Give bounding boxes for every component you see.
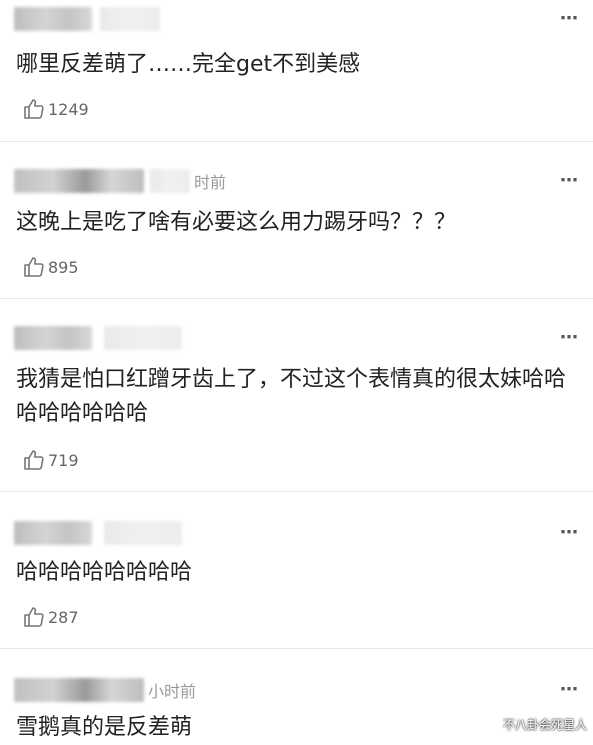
comment-item: ⋯ 我猜是怕口红蹭牙齿上了，不过这个表情真的很太妹哈哈哈哈哈哈哈哈 719 — [0, 299, 593, 491]
comment-text: 哪里反差萌了……完全get不到美感 — [16, 52, 361, 77]
more-options-icon[interactable]: ⋯ — [560, 10, 579, 28]
comment-item: ⋯ 哪里反差萌了……完全get不到美感 1249 — [0, 0, 593, 140]
thumbs-up-icon — [22, 448, 46, 472]
blurred-username — [14, 678, 144, 702]
comment-text: 雪鹅真的是反差萌 — [16, 715, 193, 740]
comment-item: ⋯ 哈哈哈哈哈哈哈哈 287 — [0, 492, 593, 648]
comment-author[interactable]: 时前 — [14, 168, 226, 194]
blurred-username — [14, 169, 144, 193]
comment-text: 这晚上是吃了啥有必要这么用力踢牙吗？？？ — [16, 210, 457, 235]
comment-author[interactable]: 小时前 — [14, 677, 196, 703]
more-options-icon[interactable]: ⋯ — [560, 681, 579, 699]
thumbs-up-icon — [22, 97, 46, 121]
blurred-username — [14, 521, 92, 545]
comment-time: 小时前 — [148, 682, 197, 701]
like-count: 719 — [48, 450, 79, 470]
like-count: 895 — [48, 257, 79, 277]
blurred-username-extra — [100, 7, 160, 31]
more-options-icon[interactable]: ⋯ — [560, 172, 579, 190]
like-button[interactable]: 895 — [22, 254, 79, 280]
blurred-username-extra — [104, 521, 182, 545]
more-options-icon[interactable]: ⋯ — [560, 524, 579, 542]
comment-author[interactable] — [14, 325, 182, 351]
comment-text: 哈哈哈哈哈哈哈哈 — [16, 560, 193, 585]
like-button[interactable]: 719 — [22, 447, 79, 473]
comment-author[interactable] — [14, 6, 160, 32]
like-count: 287 — [48, 607, 79, 627]
blurred-username — [14, 326, 92, 350]
like-button[interactable]: 287 — [22, 604, 79, 630]
blurred-username-extra — [150, 169, 190, 193]
like-count: 1249 — [48, 99, 89, 119]
more-options-icon[interactable]: ⋯ — [560, 329, 579, 347]
comment-item: 时前 ⋯ 这晚上是吃了啥有必要这么用力踢牙吗？？？ 895 — [0, 142, 593, 298]
comment-time: 时前 — [194, 173, 227, 192]
watermark: 不八卦会死星人 — [502, 718, 587, 732]
comment-text: 我猜是怕口红蹭牙齿上了，不过这个表情真的很太妹哈哈哈哈哈哈哈哈 — [16, 367, 567, 426]
blurred-username — [14, 7, 92, 31]
comment-author[interactable] — [14, 520, 182, 546]
like-button[interactable]: 1249 — [22, 96, 89, 122]
blurred-username-extra — [104, 326, 182, 350]
thumbs-up-icon — [22, 605, 46, 629]
thumbs-up-icon — [22, 255, 46, 279]
